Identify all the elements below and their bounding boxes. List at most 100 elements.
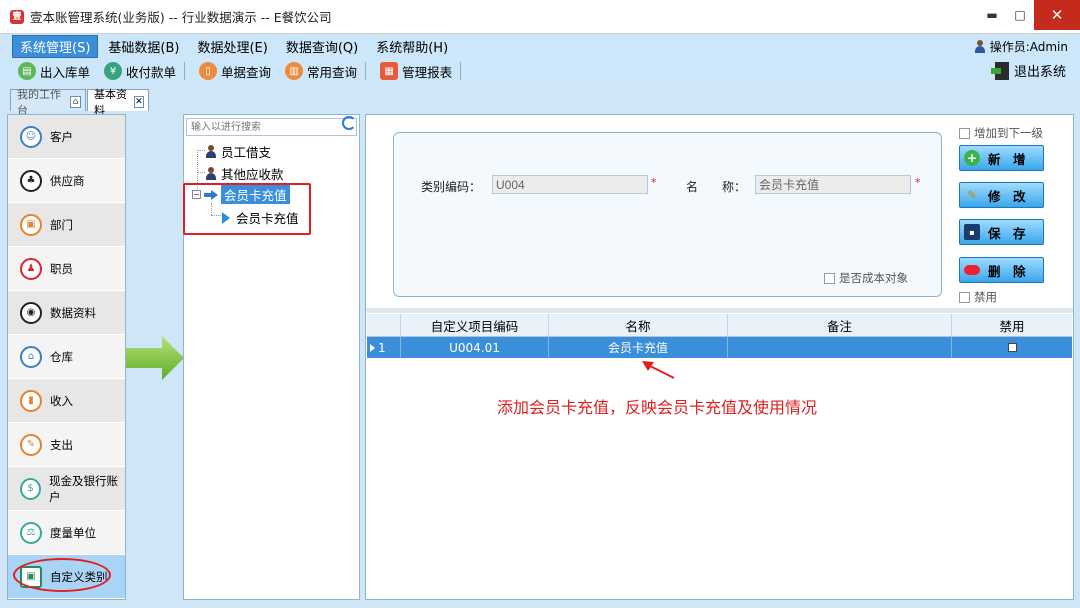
cell-name[interactable]: 会员卡充值 — [549, 337, 728, 358]
cash-icon: $ — [20, 477, 41, 500]
menu-help[interactable]: 系统帮助(H) — [368, 35, 456, 58]
money-icon: ¥ — [104, 62, 123, 80]
close-button[interactable]: ✕ — [1034, 0, 1080, 30]
name-label: 名 称： — [686, 180, 747, 194]
stock-order-button[interactable]: ▤ 出入库单 — [14, 62, 94, 81]
delete-button[interactable]: 删 除 — [959, 257, 1044, 283]
tree-node-staff-loan[interactable]: 员工借支 — [205, 142, 271, 161]
checkbox-icon — [959, 291, 970, 303]
toolbar-separator — [365, 62, 367, 80]
nav-warehouse[interactable]: ⌂ 仓库 — [8, 335, 125, 379]
report-button[interactable]: ▦ 管理报表 — [376, 62, 456, 81]
highlight-oval — [13, 558, 111, 592]
row-pointer-icon — [370, 343, 375, 352]
tree-node-label: 其他应收款 — [221, 167, 284, 182]
edit-label: 修 改 — [988, 188, 1026, 204]
cost-object-checkbox[interactable]: 是否成本对象 — [824, 270, 908, 286]
report-label: 管理报表 — [402, 64, 453, 80]
column-header[interactable]: 备注 — [728, 314, 952, 336]
nav-staff[interactable]: ♟ 职员 — [8, 247, 125, 291]
maximize-button[interactable]: □ — [1006, 0, 1034, 30]
doc-query-icon: ▯ — [199, 62, 218, 80]
department-icon: ▣ — [20, 213, 42, 236]
menu-system[interactable]: 系统管理(S) — [12, 34, 99, 58]
menu-basic-data[interactable]: 基础数据(B) — [100, 35, 187, 58]
save-button[interactable]: ▪ 保 存 — [959, 219, 1044, 245]
tree-node-label: 员工借支 — [221, 145, 272, 160]
disabled-checkbox[interactable]: 禁用 — [959, 289, 997, 305]
cell-code[interactable]: U004.01 — [401, 337, 549, 358]
add-next-level-checkbox[interactable]: 增加到下一级 — [959, 125, 1043, 141]
code-field[interactable] — [492, 175, 648, 194]
window-title: 壹本账管理系统(业务版) -- 行业数据演示 -- E餐饮公司 — [30, 10, 332, 25]
nav-income[interactable]: ▮ 收入 — [8, 379, 125, 423]
report-icon: ▦ — [380, 62, 399, 80]
annotation-text: 添加会员卡充值，反映会员卡充值及使用情况 — [497, 398, 818, 417]
column-header[interactable]: 禁用 — [952, 314, 1072, 336]
checkbox-icon[interactable] — [1007, 343, 1017, 352]
minus-icon — [964, 265, 980, 275]
person-icon — [205, 166, 217, 181]
nav-supplier-label: 供应商 — [50, 173, 85, 188]
minimize-button[interactable]: ▬ — [978, 0, 1006, 30]
highlight-box — [183, 183, 311, 235]
staff-icon: ♟ — [20, 257, 42, 280]
required-mark: * — [651, 176, 657, 189]
tab-workbench[interactable]: 我的工作台 ⌂ — [10, 88, 86, 117]
exit-label: 退出系统 — [1013, 65, 1066, 80]
cell-note[interactable] — [728, 337, 952, 358]
stock-order-label: 出入库单 — [40, 64, 91, 80]
toolbar-separator — [460, 62, 462, 80]
splitter[interactable] — [366, 308, 1073, 313]
delete-label: 删 除 — [988, 263, 1026, 279]
nav-expense[interactable]: ✎ 支出 — [8, 423, 125, 467]
menu-data-query[interactable]: 数据查询(Q) — [278, 35, 366, 58]
cell-disabled[interactable] — [952, 337, 1072, 358]
home-icon[interactable]: ⌂ — [69, 96, 81, 108]
tree-connector — [197, 172, 205, 173]
tab-bar: 我的工作台 ⌂ 基本资料 ✕ — [0, 86, 1080, 117]
nav-department[interactable]: ▣ 部门 — [8, 203, 125, 247]
warehouse-icon: ⌂ — [20, 345, 42, 368]
code-label: 类别编码： — [421, 180, 482, 194]
menu-bar: 系统管理(S) 基础数据(B) 数据处理(E) 数据查询(Q) 系统帮助(H) … — [0, 34, 1080, 58]
tab-basic-info[interactable]: 基本资料 ✕ — [87, 88, 149, 117]
toolbar-separator — [184, 62, 186, 80]
bar-chart-icon: ▥ — [285, 62, 304, 80]
nav-income-label: 收入 — [50, 393, 73, 408]
exit-button[interactable]: 退出系统 — [990, 61, 1066, 80]
nav-data[interactable]: ◉ 数据资料 — [8, 291, 125, 335]
nav-customer[interactable]: ☺ 客户 — [8, 115, 125, 159]
nav-data-label: 数据资料 — [50, 305, 96, 320]
table-row[interactable]: 1 U004.01 会员卡充值 — [367, 337, 1072, 358]
grid-header: 自定义项目编码 名称 备注 禁用 — [367, 314, 1072, 337]
nav-unit[interactable]: ⚖ 度量单位 — [8, 511, 125, 555]
refresh-icon[interactable] — [342, 116, 356, 130]
name-field[interactable] — [755, 175, 911, 194]
nav-warehouse-label: 仓库 — [50, 349, 73, 364]
floppy-icon: ▪ — [964, 224, 980, 240]
menu-data-processing[interactable]: 数据处理(E) — [189, 35, 275, 58]
doc-query-label: 单据查询 — [221, 64, 272, 80]
nav-supplier[interactable]: ♣ 供应商 — [8, 159, 125, 203]
doc-query-button[interactable]: ▯ 单据查询 — [195, 62, 275, 81]
title-bar: 壹 壹本账管理系统(业务版) -- 行业数据演示 -- E餐饮公司 ▬ □ ✕ — [0, 0, 1080, 34]
payment-order-label: 收付款单 — [126, 64, 177, 80]
operator-info: 操作员:Admin — [974, 38, 1068, 55]
tree-search-input[interactable] — [186, 118, 357, 136]
edit-button[interactable]: ✎ 修 改 — [959, 182, 1044, 208]
tree-node-other-receivable[interactable]: 其他应收款 — [205, 164, 284, 183]
add-button[interactable]: + 新 增 — [959, 145, 1044, 171]
column-header[interactable]: 名称 — [549, 314, 728, 336]
nav-cash-bank[interactable]: $ 现金及银行账户 — [8, 467, 125, 511]
common-query-button[interactable]: ▥ 常用查询 — [281, 62, 361, 81]
column-header[interactable]: 自定义项目编码 — [401, 314, 549, 336]
left-nav: ☺ 客户 ♣ 供应商 ▣ 部门 ♟ 职员 ◉ 数据资料 ⌂ 仓库 ▮ 收入 ✎ 支出 $ 现金及银… — [7, 114, 126, 600]
arrow-right-icon — [126, 336, 184, 380]
payment-order-button[interactable]: ¥ 收付款单 — [100, 62, 180, 81]
close-tab-icon[interactable]: ✕ — [133, 96, 144, 108]
nav-cash-bank-label: 现金及银行账户 — [49, 473, 118, 504]
person-icon — [205, 144, 217, 159]
app-logo-icon: 壹 — [10, 9, 24, 24]
annotation-arrow-icon — [642, 361, 675, 379]
